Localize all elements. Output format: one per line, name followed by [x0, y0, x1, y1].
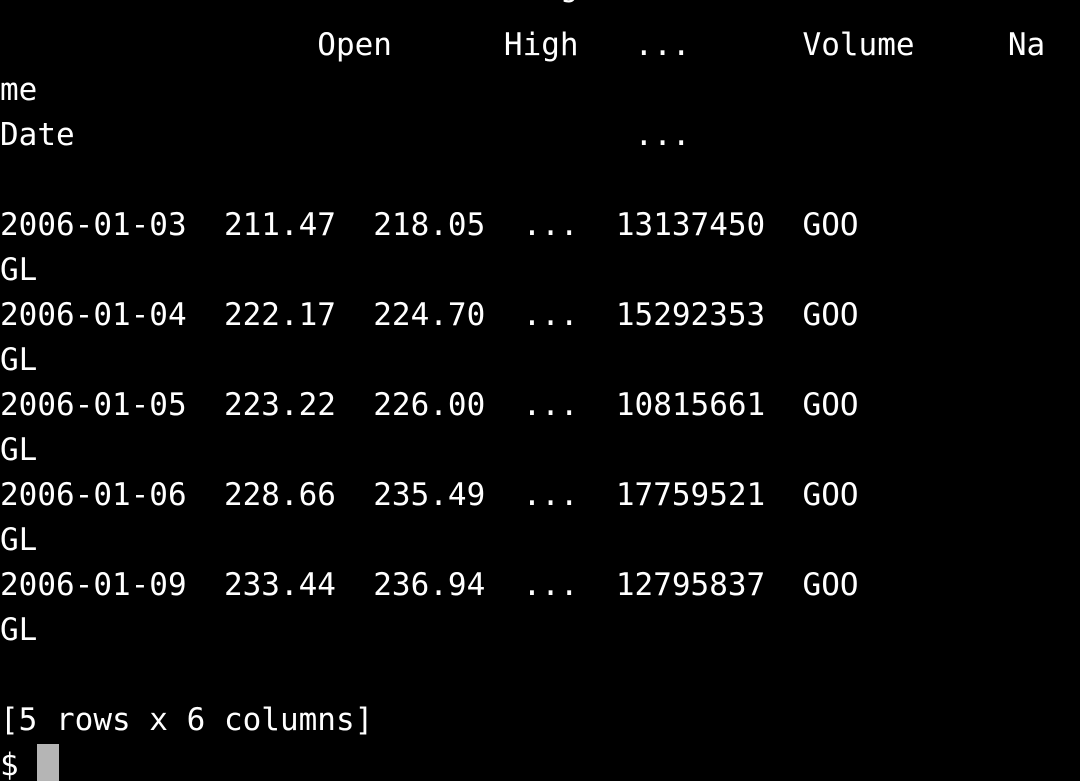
spacer-line-top: [0, 0, 1080, 23]
blank-line-before-summary: [0, 653, 1080, 698]
dataframe-header-row-wrap: me: [0, 72, 38, 108]
table-row: 2006-01-05 223.22 226.00 ... 10815661 GO…: [0, 387, 859, 423]
terminal-screen: Open High ... Volume Na me Date ... 2006…: [0, 0, 1080, 781]
table-row-wrap: GL: [0, 612, 38, 648]
table-row-wrap: GL: [0, 432, 38, 468]
table-row-wrap: GL: [0, 522, 38, 558]
table-row: 2006-01-06 228.66 235.49 ... 17759521 GO…: [0, 477, 859, 513]
dataframe-shape-summary: [5 rows x 6 columns]: [0, 702, 374, 738]
table-row: 2006-01-09 233.44 236.94 ... 12795837 GO…: [0, 567, 859, 603]
table-row-wrap: GL: [0, 252, 38, 288]
terminal-window[interactable]: High Volume Open High ... Volume Na me D…: [0, 0, 1080, 781]
table-row: 2006-01-03 211.47 218.05 ... 13137450 GO…: [0, 207, 859, 243]
dataframe-header-row: Open High ... Volume Na: [0, 27, 1046, 63]
text-cursor[interactable]: [37, 744, 60, 781]
prompt-spacer: [19, 747, 38, 781]
dataframe-index-name-row: Date ...: [0, 117, 691, 153]
table-row: 2006-01-04 222.17 224.70 ... 15292353 GO…: [0, 297, 859, 333]
prompt-symbol: $: [0, 747, 19, 781]
blank-separator-line: [0, 158, 1080, 203]
shell-prompt-line[interactable]: $: [0, 743, 1080, 781]
table-row-wrap: GL: [0, 342, 38, 378]
